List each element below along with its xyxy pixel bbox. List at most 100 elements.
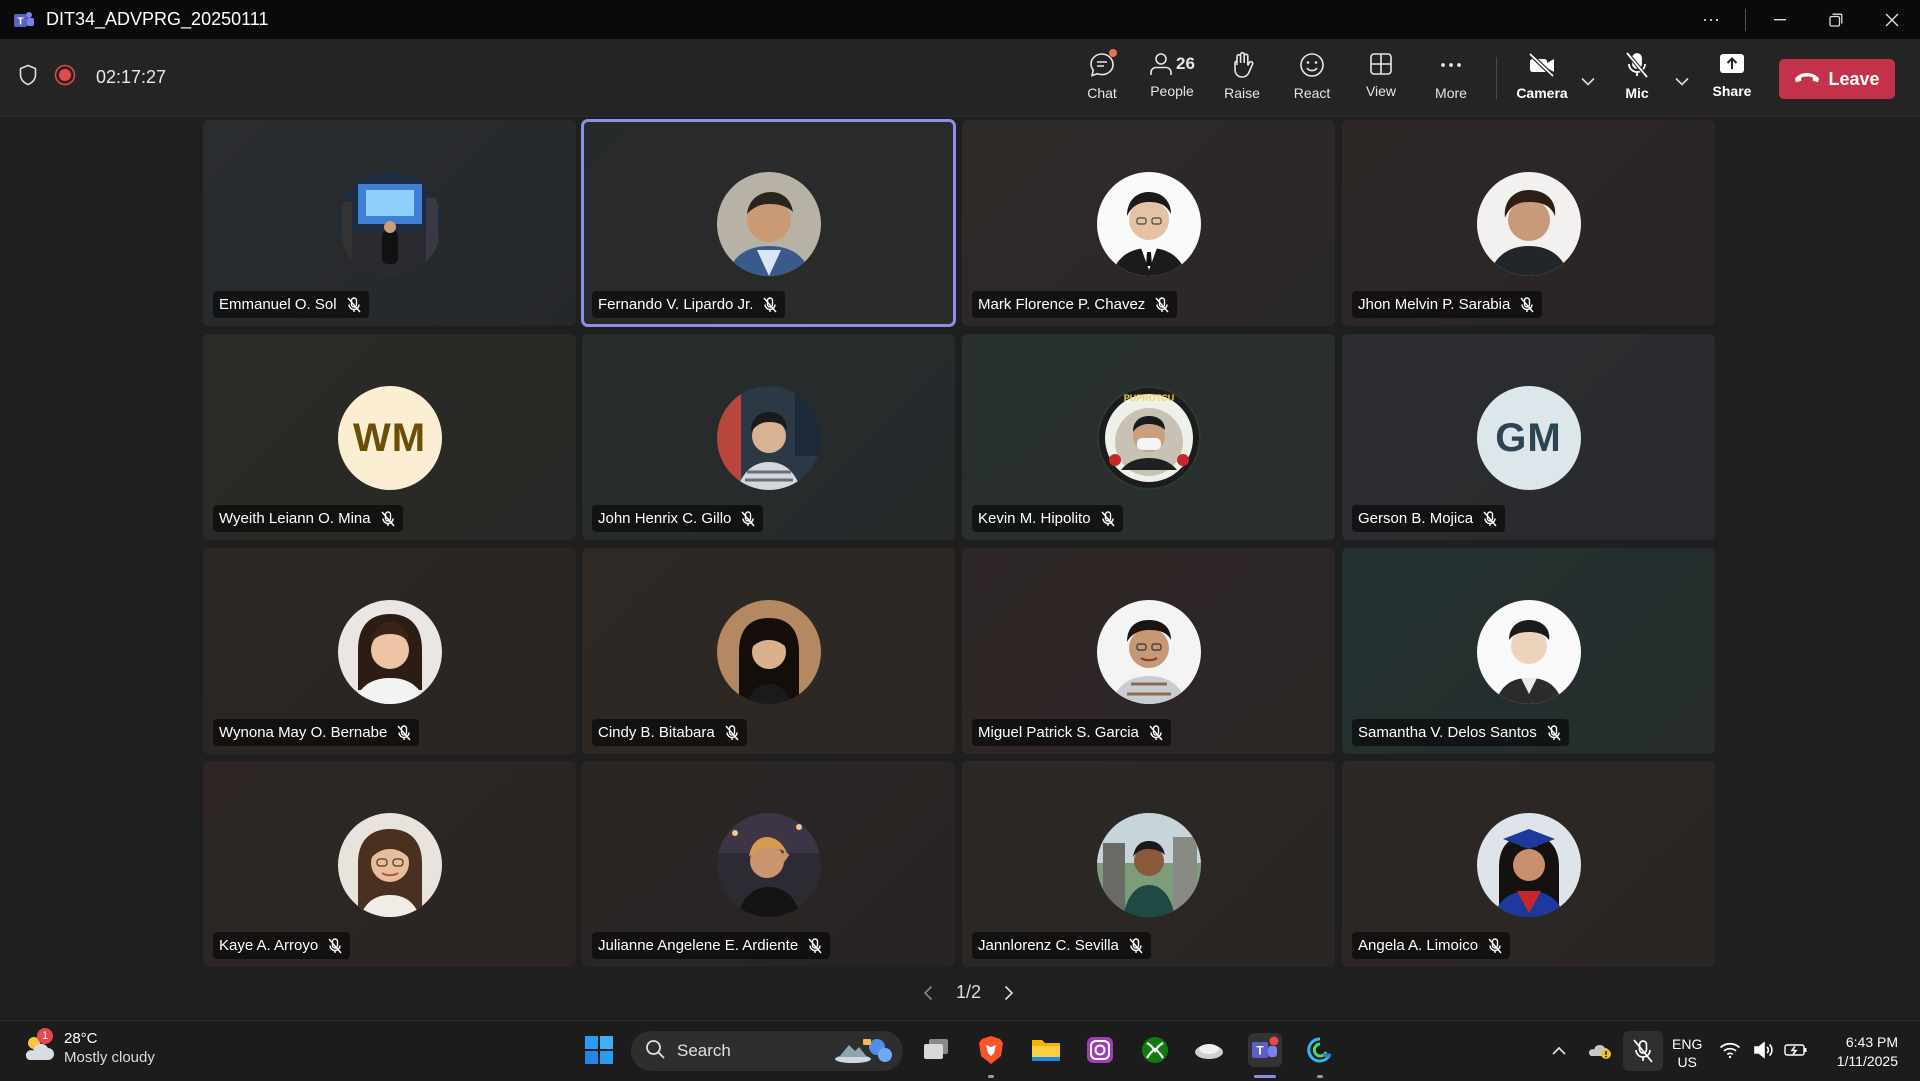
avatar — [337, 172, 442, 276]
participant-nameplate: Fernando V. Lipardo Jr. — [592, 291, 786, 318]
brave-running-indicator — [988, 1075, 994, 1078]
mic-muted-icon — [741, 510, 755, 527]
participant-nameplate: Julianne Angelene E. Ardiente — [592, 932, 831, 959]
participant-tile[interactable]: Jhon Melvin P. Sarabia — [1342, 120, 1715, 326]
participant-nameplate: Mark Florence P. Chavez — [972, 291, 1178, 318]
participant-tile[interactable]: John Henrix C. Gillo — [582, 334, 955, 540]
teams-active-indicator — [1254, 1075, 1276, 1078]
show-hidden-icons-chevron-icon[interactable] — [1543, 1033, 1575, 1067]
battery-charging-icon[interactable] — [1783, 1033, 1809, 1067]
next-page-chevron-icon[interactable] — [1001, 983, 1017, 1003]
file-explorer-icon[interactable] — [1029, 1033, 1063, 1067]
react-button[interactable]: React — [1280, 51, 1344, 107]
avatar — [1476, 600, 1581, 704]
mic-muted-icon — [381, 510, 395, 527]
participant-tile[interactable]: Angela A. Limoico — [1342, 761, 1715, 967]
leave-button[interactable]: Leave — [1779, 59, 1895, 99]
mic-off-icon — [1624, 51, 1650, 79]
participant-name: Julianne Angelene E. Ardiente — [598, 937, 799, 954]
microphone-muted-tray-icon[interactable] — [1623, 1031, 1663, 1071]
react-label: React — [1293, 85, 1331, 101]
participant-tile[interactable]: PUPROTCU Kevin M. Hipolito — [962, 334, 1335, 540]
mic-muted-icon — [347, 296, 361, 313]
chat-button[interactable]: Chat — [1070, 49, 1134, 107]
lang-secondary: US — [1677, 1054, 1697, 1070]
start-windows-icon[interactable] — [582, 1033, 616, 1067]
participant-nameplate: Samantha V. Delos Santos — [1352, 719, 1569, 746]
chat-label: Chat — [1087, 85, 1117, 101]
meeting-timer: 02:17:27 — [96, 67, 167, 87]
input-language-indicator[interactable]: ENG US — [1672, 1035, 1702, 1071]
edge-copilot-icon[interactable] — [1303, 1033, 1337, 1067]
restore-button[interactable] — [1808, 0, 1864, 39]
participant-nameplate: Kaye A. Arroyo — [213, 932, 351, 959]
camera-button[interactable]: Camera — [1510, 51, 1574, 107]
participant-tile[interactable]: Julianne Angelene E. Ardiente — [582, 761, 955, 967]
minimize-button[interactable] — [1752, 0, 1808, 39]
people-button[interactable]: 26 People — [1140, 51, 1204, 107]
participant-name: Angela A. Limoico — [1358, 937, 1479, 954]
instagram-app-icon[interactable] — [1083, 1033, 1117, 1067]
system-clock[interactable]: 6:43 PM 1/11/2025 — [1822, 1033, 1898, 1071]
avatar: PUPROTCU — [1096, 386, 1201, 490]
more-options-icon[interactable]: ··· — [1683, 0, 1739, 39]
svg-text:T: T — [17, 16, 23, 27]
participant-name: Samantha V. Delos Santos — [1358, 724, 1537, 741]
wifi-icon[interactable] — [1717, 1033, 1743, 1067]
participant-nameplate: Angela A. Limoico — [1352, 932, 1511, 959]
view-label: View — [1365, 83, 1397, 99]
more-button[interactable]: More — [1419, 51, 1483, 107]
teams-taskbar-icon[interactable]: T — [1248, 1033, 1282, 1067]
previous-page-chevron-icon[interactable] — [920, 983, 936, 1003]
participant-tile[interactable]: Samantha V. Delos Santos — [1342, 548, 1715, 754]
participant-tile[interactable]: Miguel Patrick S. Garcia — [962, 548, 1335, 754]
participant-tile[interactable]: Kaye A. Arroyo — [203, 761, 576, 967]
camera-options-chevron-icon[interactable] — [1578, 71, 1598, 91]
participant-tile[interactable]: GM Gerson B. Mojica — [1342, 334, 1715, 540]
shield-icon[interactable] — [18, 64, 38, 91]
participant-tile[interactable]: Cindy B. Bitabara — [582, 548, 955, 754]
avatar — [716, 813, 821, 917]
onedrive-warning-icon[interactable] — [1583, 1033, 1617, 1067]
mic-muted-icon — [1129, 937, 1143, 954]
mic-muted-icon — [763, 296, 777, 313]
taskbar-search-input[interactable]: Search — [631, 1031, 903, 1071]
gallery-pager: 1/2 — [920, 982, 1017, 1003]
teams-icon: T — [12, 8, 36, 32]
participant-tile[interactable]: Emmanuel O. Sol — [203, 120, 576, 326]
participant-name: Jannlorenz C. Sevilla — [978, 937, 1119, 954]
brave-browser-icon[interactable] — [974, 1033, 1008, 1067]
volume-icon[interactable] — [1752, 1033, 1774, 1067]
lang-primary: ENG — [1672, 1036, 1703, 1052]
participant-nameplate: Jannlorenz C. Sevilla — [972, 932, 1151, 959]
mic-muted-icon — [328, 937, 342, 954]
participant-tile[interactable]: Mark Florence P. Chavez — [962, 120, 1335, 326]
avatar — [716, 600, 821, 704]
leave-label: Leave — [1828, 68, 1880, 89]
participant-tile[interactable]: Fernando V. Lipardo Jr. — [581, 119, 956, 327]
participant-tile[interactable]: WM Wyeith Leiann O. Mina — [203, 334, 576, 540]
avatar — [716, 172, 821, 276]
share-label: Share — [1712, 83, 1752, 99]
raise-hand-button[interactable]: Raise — [1210, 51, 1274, 107]
title-bar: T DIT34_ADVPRG_20250111 ··· — [0, 0, 1920, 39]
view-button[interactable]: View — [1349, 51, 1413, 107]
task-view-icon[interactable] — [919, 1033, 953, 1067]
xbox-icon[interactable] — [1138, 1033, 1172, 1067]
weather-widget[interactable]: 1 28°C Mostly cloudy — [20, 1028, 155, 1067]
participant-nameplate: Kevin M. Hipolito — [972, 505, 1123, 532]
cloud-app-icon[interactable] — [1192, 1033, 1226, 1067]
mic-button[interactable]: Mic — [1605, 51, 1669, 107]
mic-muted-icon — [725, 724, 739, 741]
close-button[interactable] — [1864, 0, 1920, 39]
share-button[interactable]: Share — [1700, 51, 1764, 107]
participant-name: John Henrix C. Gillo — [598, 510, 732, 527]
mic-muted-icon — [1520, 296, 1534, 313]
people-icon — [1149, 51, 1173, 77]
mic-options-chevron-icon[interactable] — [1672, 71, 1692, 91]
share-icon — [1718, 51, 1746, 77]
raise-label: Raise — [1224, 85, 1260, 101]
grid-view-icon — [1368, 51, 1394, 77]
participant-tile[interactable]: Jannlorenz C. Sevilla — [962, 761, 1335, 967]
participant-tile[interactable]: Wynona May O. Bernabe — [203, 548, 576, 754]
